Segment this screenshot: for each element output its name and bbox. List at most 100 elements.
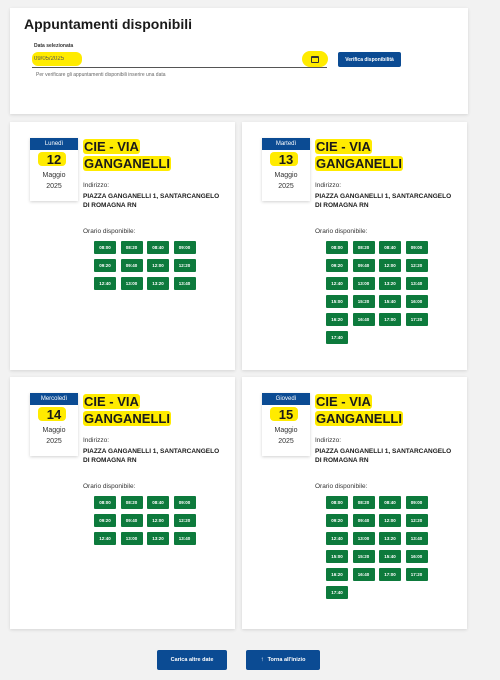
time-slot-button[interactable]: 16:00 (405, 550, 428, 563)
time-label: Orario disponibile: (83, 228, 136, 235)
time-slot-button[interactable]: 16:20 (326, 313, 348, 326)
time-slot-button[interactable]: 12:40 (94, 532, 116, 545)
time-slot-button[interactable]: 17:40 (326, 586, 348, 599)
date-day: 12 (46, 152, 62, 167)
time-slot-button[interactable]: 13:20 (147, 532, 169, 545)
time-slot-button[interactable]: 17:20 (405, 313, 428, 326)
time-slot-button[interactable]: 09:40 (352, 259, 375, 272)
time-slot-button[interactable]: 09:40 (120, 514, 143, 527)
time-slot-button[interactable]: 15:40 (379, 550, 401, 563)
time-slot-button[interactable]: 13:20 (379, 532, 401, 545)
time-slot-button[interactable]: 08:20 (120, 241, 143, 254)
time-slot-button[interactable]: 09:40 (120, 259, 143, 272)
date-badge: Giovedì 15 Maggio 2025 (262, 393, 310, 456)
time-slot-button[interactable]: 13:00 (120, 277, 143, 290)
time-slot-button[interactable]: 13:00 (352, 532, 375, 545)
location-name: CIE - VIA GANGANELLI (315, 393, 455, 427)
date-year: 2025 (46, 438, 62, 445)
time-slot-button[interactable]: 08:20 (352, 496, 375, 509)
location-name-line1: CIE - VIA (315, 394, 372, 409)
date-month: Maggio (42, 172, 66, 179)
time-slot-button[interactable]: 17:00 (379, 313, 401, 326)
time-slot-button[interactable]: 12:20 (405, 514, 428, 527)
address-label: Indirizzo: (83, 182, 110, 189)
time-slot-button[interactable]: 13:40 (173, 277, 196, 290)
location-name: CIE - VIA GANGANELLI (83, 138, 223, 172)
address-value: PIAZZA GANGANELLI 1, SANTARCANGELO DI RO… (315, 448, 452, 464)
time-slot-button[interactable]: 08:40 (379, 496, 401, 509)
time-slot-button[interactable]: 08:00 (94, 241, 116, 254)
time-slot-button[interactable]: 09:00 (405, 241, 428, 254)
time-slot-button[interactable]: 09:40 (352, 514, 375, 527)
calendar-button[interactable] (302, 51, 328, 67)
time-slot-button[interactable]: 09:00 (405, 496, 428, 509)
appointment-card: Mercoledì 14 Maggio 2025 CIE - VIA GANGA… (10, 377, 235, 629)
time-slot-button[interactable]: 13:40 (405, 532, 428, 545)
time-slot-button[interactable]: 15:40 (379, 295, 401, 308)
time-slot-button[interactable]: 08:40 (147, 241, 169, 254)
location-name-line1: CIE - VIA (315, 139, 372, 154)
back-to-top-button[interactable]: ↑ Torna all'inizio (246, 650, 320, 670)
location-name-line2: GANGANELLI (315, 156, 403, 171)
date-field (32, 51, 328, 68)
time-slot-button[interactable]: 17:40 (326, 331, 348, 344)
date-month: Maggio (274, 427, 298, 434)
time-slot-button[interactable]: 09:20 (326, 259, 348, 272)
time-slots: 08:00 08:20 08:40 09:00 09:20 09:40 12:00 12:20… (326, 496, 428, 599)
time-slot-button[interactable]: 12:20 (405, 259, 428, 272)
time-slot-button[interactable]: 08:00 (326, 496, 348, 509)
date-year: 2025 (278, 438, 294, 445)
time-slot-button[interactable]: 17:00 (379, 568, 401, 581)
time-slot-button[interactable]: 13:20 (379, 277, 401, 290)
time-slot-button[interactable]: 09:00 (173, 496, 196, 509)
time-slot-button[interactable]: 13:40 (405, 277, 428, 290)
time-slot-button[interactable]: 08:00 (94, 496, 116, 509)
time-slot-button[interactable]: 12:40 (326, 277, 348, 290)
time-slot-button[interactable]: 09:20 (326, 514, 348, 527)
time-slot-button[interactable]: 09:20 (94, 259, 116, 272)
date-day: 14 (46, 407, 62, 422)
verify-availability-button[interactable]: Verifica disponibilità (338, 52, 401, 67)
time-slot-button[interactable]: 15:20 (352, 295, 375, 308)
time-slot-button[interactable]: 12:00 (379, 259, 401, 272)
time-slot-button[interactable]: 13:00 (352, 277, 375, 290)
time-slot-button[interactable]: 09:00 (173, 241, 196, 254)
location-name-line2: GANGANELLI (83, 411, 171, 426)
page-title: Appuntamenti disponibili (24, 16, 192, 32)
time-slot-button[interactable]: 12:20 (173, 514, 196, 527)
time-slot-button[interactable]: 08:00 (326, 241, 348, 254)
time-slot-button[interactable]: 09:20 (94, 514, 116, 527)
date-year: 2025 (46, 183, 62, 190)
time-slot-button[interactable]: 16:00 (405, 295, 428, 308)
time-slot-button[interactable]: 13:40 (173, 532, 196, 545)
time-slot-button[interactable]: 12:40 (326, 532, 348, 545)
time-slot-button[interactable]: 08:20 (352, 241, 375, 254)
address-value: PIAZZA GANGANELLI 1, SANTARCANGELO DI RO… (315, 193, 452, 209)
address-label: Indirizzo: (315, 437, 342, 444)
time-slot-button[interactable]: 16:40 (352, 313, 375, 326)
time-slot-button[interactable]: 08:20 (120, 496, 143, 509)
time-slot-button[interactable]: 08:40 (379, 241, 401, 254)
load-more-dates-button[interactable]: Carica altre date (157, 650, 227, 670)
date-badge: Martedì 13 Maggio 2025 (262, 138, 310, 201)
date-field-label: Data selezionata (34, 43, 74, 49)
calendar-icon (311, 55, 319, 63)
time-slot-button[interactable]: 13:00 (120, 532, 143, 545)
time-slot-button[interactable]: 12:00 (147, 514, 169, 527)
time-slot-button[interactable]: 12:00 (379, 514, 401, 527)
time-slot-button[interactable]: 12:00 (147, 259, 169, 272)
time-slot-button[interactable]: 12:20 (173, 259, 196, 272)
time-slot-button[interactable]: 08:40 (147, 496, 169, 509)
time-slot-button[interactable]: 15:20 (352, 550, 375, 563)
date-weekday: Giovedì (262, 393, 310, 405)
time-slot-button[interactable]: 16:20 (326, 568, 348, 581)
time-slot-button[interactable]: 13:20 (147, 277, 169, 290)
appointment-card: Lunedì 12 Maggio 2025 CIE - VIA GANGANEL… (10, 122, 235, 370)
time-slot-button[interactable]: 15:00 (326, 550, 348, 563)
time-slot-button[interactable]: 12:40 (94, 277, 116, 290)
time-slot-button[interactable]: 17:20 (405, 568, 428, 581)
time-slot-button[interactable]: 16:40 (352, 568, 375, 581)
date-input[interactable] (32, 53, 302, 65)
location-name-line1: CIE - VIA (83, 139, 140, 154)
time-slot-button[interactable]: 15:00 (326, 295, 348, 308)
